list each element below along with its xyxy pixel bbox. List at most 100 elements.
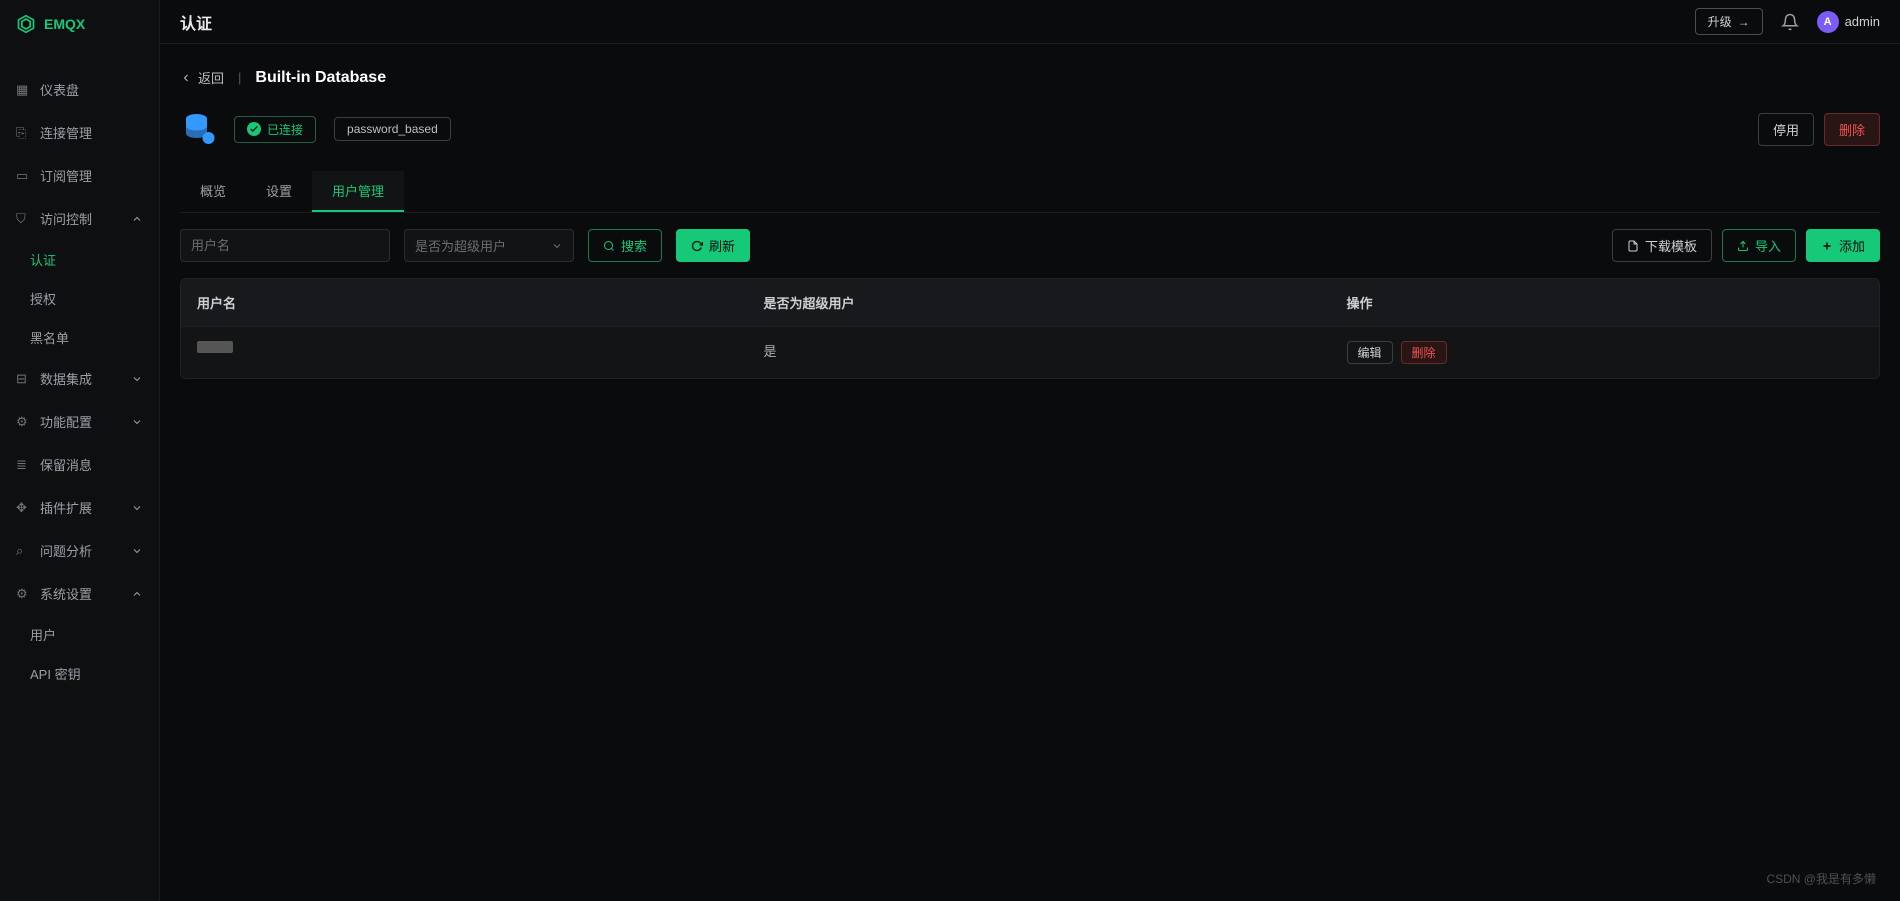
tab-overview[interactable]: 概览 (180, 171, 246, 212)
username-input[interactable] (180, 229, 390, 262)
shield-icon: ⛉ (16, 211, 32, 227)
nav-subscriptions[interactable]: ▭ 订阅管理 (0, 154, 159, 197)
back-link[interactable]: 返回 (180, 68, 224, 87)
nav-label: 功能配置 (40, 412, 92, 431)
cog-icon: ⚙ (16, 586, 32, 602)
delete-button[interactable]: 删除 (1824, 113, 1880, 146)
add-label: 添加 (1839, 236, 1865, 255)
nav-label: 插件扩展 (40, 498, 92, 517)
user-menu[interactable]: A admin (1817, 11, 1880, 33)
main: 认证 升级 → A admin 返回 (160, 0, 1900, 901)
chevron-down-icon (131, 545, 143, 557)
status-label: 已连接 (267, 121, 303, 138)
cell-superuser: 是 (763, 341, 1346, 364)
dashboard-icon: ▦ (16, 82, 32, 98)
nav-feature-config[interactable]: ⚙ 功能配置 (0, 400, 159, 443)
chevron-down-icon (131, 416, 143, 428)
select-placeholder: 是否为超级用户 (415, 236, 506, 255)
arrow-right-icon: → (1738, 15, 1750, 29)
col-username: 用户名 (197, 293, 763, 312)
tab-user-mgmt[interactable]: 用户管理 (312, 171, 404, 212)
brand-name: EMQX (44, 16, 85, 32)
back-label: 返回 (198, 68, 224, 87)
status-badge: 已连接 (234, 116, 316, 143)
nav-label: 订阅管理 (40, 166, 92, 185)
nav-plugins[interactable]: ✥ 插件扩展 (0, 486, 159, 529)
content: 返回 | Built-in Database (160, 44, 1900, 901)
chevron-up-icon (131, 588, 143, 600)
nav-dashboard[interactable]: ▦ 仪表盘 (0, 68, 159, 111)
import-label: 导入 (1755, 236, 1781, 255)
col-superuser: 是否为超级用户 (763, 293, 1346, 312)
check-icon (247, 122, 261, 136)
chevron-down-icon (131, 373, 143, 385)
row-delete-button[interactable]: 删除 (1401, 341, 1447, 364)
table-header: 用户名 是否为超级用户 操作 (181, 279, 1879, 327)
tabs: 概览 设置 用户管理 (180, 171, 1880, 213)
sidebar: EMQX ▦ 仪表盘 ⎘ 连接管理 ▭ 订阅管理 ⛉ 访问控制 认 (0, 0, 160, 901)
nav-diagnostics[interactable]: ⌕ 问题分析 (0, 529, 159, 572)
nav-auth[interactable]: 认证 (0, 240, 159, 279)
avatar: A (1817, 11, 1839, 33)
search-icon (603, 240, 615, 252)
nav-authz[interactable]: 授权 (0, 279, 159, 318)
nav-label: 系统设置 (40, 584, 92, 603)
nav-users[interactable]: 用户 (0, 615, 159, 654)
page-title: 认证 (180, 10, 212, 34)
message-icon: ≣ (16, 457, 32, 473)
masked-username (197, 341, 233, 353)
download-template-button[interactable]: 下载模板 (1612, 229, 1712, 262)
nav-api-keys[interactable]: API 密钥 (0, 654, 159, 693)
bell-icon[interactable] (1781, 13, 1799, 31)
disable-button[interactable]: 停用 (1758, 113, 1814, 146)
chevron-down-icon (551, 240, 563, 252)
nav-system-settings[interactable]: ⚙ 系统设置 (0, 572, 159, 615)
nav-label: 保留消息 (40, 455, 92, 474)
superuser-select[interactable]: 是否为超级用户 (404, 229, 574, 262)
nav-access-control[interactable]: ⛉ 访问控制 (0, 197, 159, 240)
col-ops: 操作 (1347, 293, 1863, 312)
gear-icon: ⚙ (16, 414, 32, 430)
upgrade-label: 升级 (1708, 13, 1732, 30)
user-label: admin (1845, 14, 1880, 29)
download-label: 下载模板 (1645, 236, 1697, 255)
cell-username (197, 341, 763, 364)
watermark: CSDN @我是有多懒 (1766, 870, 1876, 887)
edit-button[interactable]: 编辑 (1347, 341, 1393, 364)
refresh-button[interactable]: 刷新 (676, 229, 750, 262)
nav-connections[interactable]: ⎘ 连接管理 (0, 111, 159, 154)
import-button[interactable]: 导入 (1722, 229, 1796, 262)
breadcrumb: 返回 | Built-in Database (180, 68, 1880, 87)
refresh-icon (691, 240, 703, 252)
integration-icon: ⊟ (16, 371, 32, 387)
brand-icon (16, 14, 36, 34)
file-icon (1627, 240, 1639, 252)
refresh-label: 刷新 (709, 236, 735, 255)
tab-settings[interactable]: 设置 (246, 171, 312, 212)
chevron-down-icon (131, 502, 143, 514)
upgrade-button[interactable]: 升级 → (1695, 8, 1763, 35)
database-icon (180, 111, 216, 147)
puzzle-icon: ✥ (16, 500, 32, 516)
search-button[interactable]: 搜索 (588, 229, 662, 262)
bookmark-icon: ▭ (16, 168, 32, 184)
nav-label: 访问控制 (40, 209, 92, 228)
plug-icon: ⎘ (16, 125, 32, 141)
topbar: 认证 升级 → A admin (160, 0, 1900, 44)
nav-label: 连接管理 (40, 123, 92, 142)
table-row: 是 编辑 删除 (181, 327, 1879, 378)
nav-data-integration[interactable]: ⊟ 数据集成 (0, 357, 159, 400)
breadcrumb-title: Built-in Database (255, 69, 386, 87)
user-table: 用户名 是否为超级用户 操作 是 编辑 删除 (180, 278, 1880, 379)
nav-label: 问题分析 (40, 541, 92, 560)
breadcrumb-separator: | (238, 70, 241, 85)
magnifier-icon: ⌕ (16, 543, 32, 559)
logo[interactable]: EMQX (0, 0, 159, 48)
nav-blacklist[interactable]: 黑名单 (0, 318, 159, 357)
nav-retained[interactable]: ≣ 保留消息 (0, 443, 159, 486)
chevron-up-icon (131, 213, 143, 225)
plus-icon (1821, 240, 1833, 252)
search-label: 搜索 (621, 236, 647, 255)
chevron-left-icon (180, 72, 192, 84)
add-button[interactable]: 添加 (1806, 229, 1880, 262)
